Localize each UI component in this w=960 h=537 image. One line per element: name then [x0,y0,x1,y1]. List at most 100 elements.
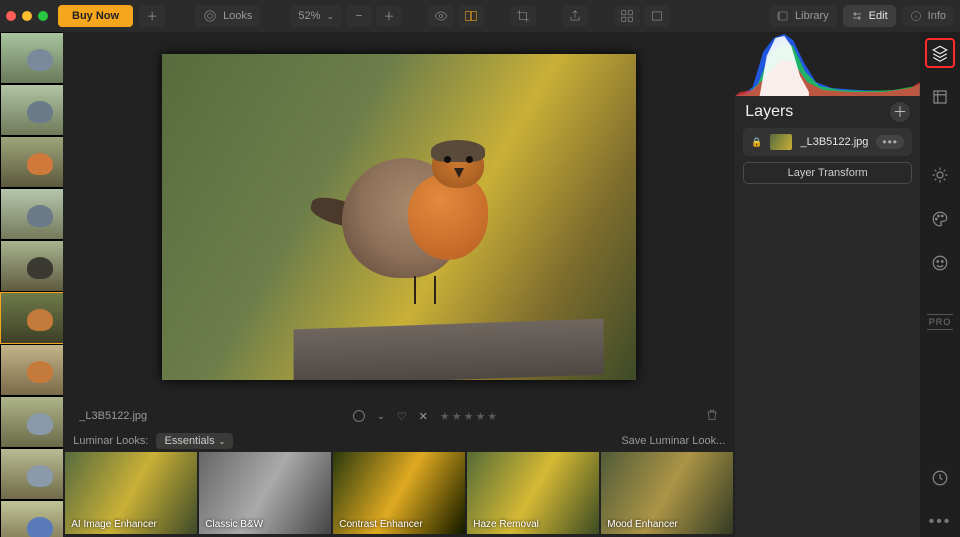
canvas-tool-button[interactable] [925,82,955,112]
filmstrip[interactable] [0,32,63,537]
chevron-down-icon: ⌄ [326,11,334,22]
look-label: Contrast Enhancer [339,519,422,530]
edit-label: Edit [869,10,888,22]
sliders-icon [851,10,863,22]
filmstrip-thumb[interactable] [0,448,63,500]
history-button[interactable] [925,463,955,493]
add-layer-button[interactable]: ＋ [890,102,910,122]
look-preset[interactable]: Mood Enhancer [601,452,733,534]
info-icon [910,10,922,22]
crop-button[interactable] [510,5,536,27]
layer-name: _L3B5122.jpg [800,136,868,148]
lock-icon: 🔒 [751,137,762,148]
tool-rail: PRO ••• [920,32,960,537]
palette-icon [931,210,949,228]
filmstrip-thumb[interactable] [0,136,63,188]
color-tool-button[interactable] [925,204,955,234]
look-label: Haze Removal [473,519,539,530]
filmstrip-thumb-selected[interactable] [0,292,63,344]
histogram[interactable] [735,32,920,96]
layer-thumbnail [770,134,792,150]
more-button[interactable]: ••• [925,507,955,537]
eye-icon [434,9,448,23]
layers-icon [931,44,949,62]
save-look-button[interactable]: Save Luminar Look... [621,435,725,447]
light-tool-button[interactable] [925,160,955,190]
look-preset[interactable]: Haze Removal [467,452,599,534]
looks-icon [203,9,217,23]
buy-now-button[interactable]: Buy Now [58,5,133,27]
look-label: Classic B&W [205,519,263,530]
single-view-button[interactable] [644,5,670,27]
preview-toggle-button[interactable] [428,5,454,27]
clock-icon [931,469,949,487]
layers-heading: Layers [745,103,793,121]
single-icon [650,9,664,23]
filmstrip-thumb[interactable] [0,188,63,240]
library-label: Library [795,10,829,22]
library-tab[interactable]: Library [769,5,837,27]
close-window-button[interactable] [6,11,16,21]
share-button[interactable] [562,5,588,27]
portrait-tool-button[interactable] [925,248,955,278]
image-meta-bar: _L3B5122.jpg ⌄ ♡ ✕ ★★★★★ [63,402,735,430]
crop-icon [516,9,530,23]
chevron-down-icon: ⌄ [219,437,226,446]
edit-tab[interactable]: Edit [843,5,896,27]
minimize-window-button[interactable] [22,11,32,21]
delete-button[interactable] [705,408,719,425]
layer-options-button[interactable]: ••• [876,135,904,149]
looks-toolbar: Luminar Looks: Essentials ⌄ Save Luminar… [63,430,735,452]
look-preset[interactable]: Classic B&W [199,452,331,534]
share-icon [568,9,582,23]
zoom-out-button[interactable]: − [346,5,372,27]
top-toolbar: Buy Now ＋ Looks 52% ⌄ − ＋ [0,0,960,32]
compare-icon [464,9,478,23]
info-label: Info [928,10,946,22]
rating-stars[interactable]: ★★★★★ [440,410,499,423]
editor-stage: _L3B5122.jpg ⌄ ♡ ✕ ★★★★★ Luminar Looks: … [63,32,735,537]
looks-label: Looks [223,10,252,22]
looks-button[interactable]: Looks [195,5,260,27]
pro-badge[interactable]: PRO [927,314,954,330]
image-canvas[interactable] [162,54,636,380]
reject-button[interactable]: ✕ [419,410,428,423]
look-preset[interactable]: Contrast Enhancer [333,452,465,534]
maximize-window-button[interactable] [38,11,48,21]
look-preset[interactable]: AI Image Enhancer [65,452,197,534]
filmstrip-thumb[interactable] [0,84,63,136]
sun-icon [931,166,949,184]
library-icon [777,10,789,22]
add-button[interactable]: ＋ [139,5,165,27]
grid-icon [620,9,634,23]
image-filename: _L3B5122.jpg [79,410,147,422]
favorite-button[interactable]: ♡ [397,410,407,423]
filmstrip-thumb[interactable] [0,32,63,84]
looks-heading: Luminar Looks: [73,435,148,447]
right-panel: Layers ＋ 🔒 _L3B5122.jpg ••• Layer Transf… [735,32,920,537]
filmstrip-thumb[interactable] [0,344,63,396]
filmstrip-thumb[interactable] [0,240,63,292]
looks-category-label: Essentials [164,435,214,447]
zoom-dropdown[interactable]: 52% ⌄ [290,5,342,27]
filmstrip-thumb[interactable] [0,396,63,448]
face-icon [931,254,949,272]
zoom-value: 52% [298,10,320,22]
grid-view-button[interactable] [614,5,640,27]
chevron-down-icon[interactable]: ⌄ [377,411,385,422]
layer-row[interactable]: 🔒 _L3B5122.jpg ••• [743,128,912,156]
layer-transform-button[interactable]: Layer Transform [743,162,912,184]
looks-strip[interactable]: AI Image Enhancer Classic B&W Contrast E… [63,452,735,537]
window-controls [6,11,48,21]
look-label: Mood Enhancer [607,519,678,530]
layers-tool-button[interactable] [925,38,955,68]
info-tab[interactable]: Info [902,5,954,27]
canvas-icon [931,88,949,106]
filmstrip-thumb[interactable] [0,500,63,537]
trash-icon [705,408,719,422]
color-tag-button[interactable] [353,410,365,422]
zoom-in-button[interactable]: ＋ [376,5,402,27]
compare-button[interactable] [458,5,484,27]
look-label: AI Image Enhancer [71,519,157,530]
looks-category-dropdown[interactable]: Essentials ⌄ [156,433,233,449]
